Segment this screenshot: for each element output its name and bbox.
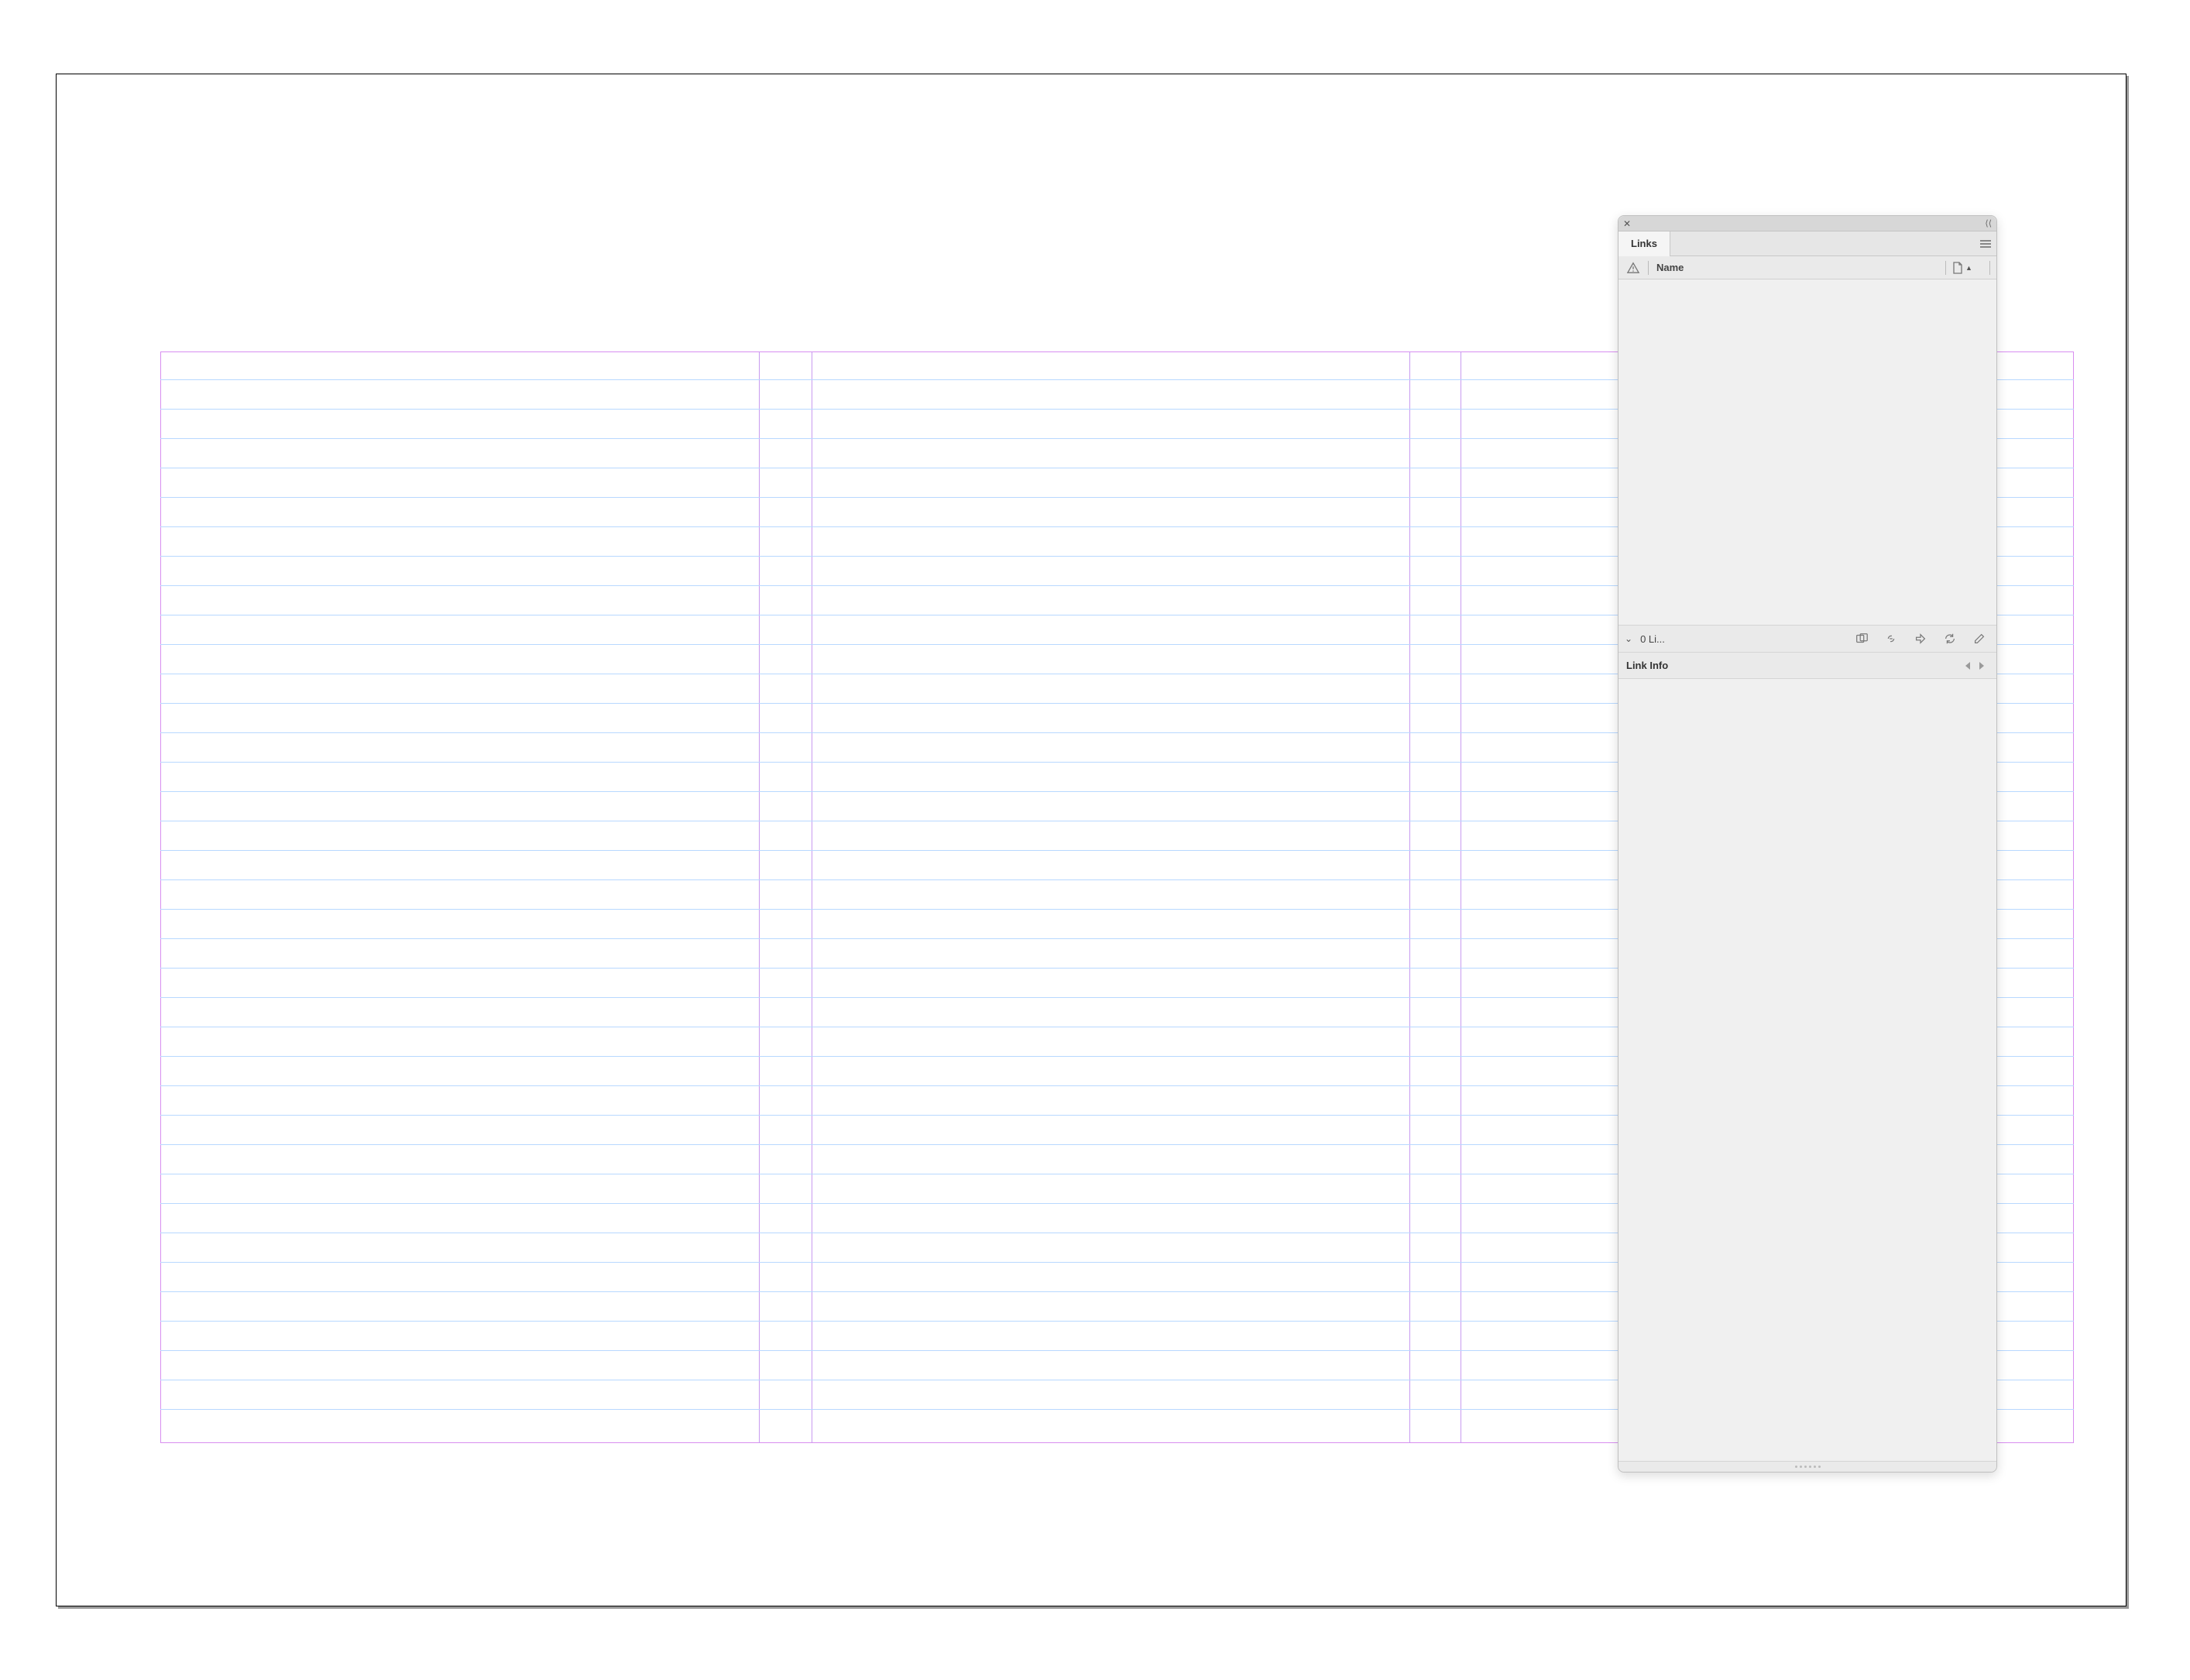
column-divider[interactable] xyxy=(1989,261,1990,275)
chevron-down-icon[interactable]: ⌄ xyxy=(1625,633,1632,644)
selected-count: 0 Li... xyxy=(1640,633,1665,645)
column-name-label: Name xyxy=(1656,262,1684,273)
relink-button[interactable] xyxy=(1880,628,1902,650)
update-link-button[interactable] xyxy=(1939,628,1961,650)
link-info-header[interactable]: Link Info xyxy=(1618,653,1996,679)
goto-link-button[interactable] xyxy=(1910,628,1931,650)
collapse-icon[interactable]: ⟨⟨ xyxy=(1985,218,1992,228)
panel-flyout-menu-icon[interactable] xyxy=(1975,231,1996,256)
column-divider[interactable] xyxy=(1945,261,1946,275)
sort-ascending-icon: ▲ xyxy=(1965,264,1972,272)
column-name[interactable]: Name xyxy=(1655,262,1939,273)
column-status-icon[interactable] xyxy=(1625,262,1642,274)
links-status-row: ⌄ 0 Li... xyxy=(1618,625,1996,653)
link-info-body xyxy=(1618,679,1996,1461)
relink-cc-button[interactable] xyxy=(1851,628,1872,650)
panel-resize-grip[interactable] xyxy=(1618,1461,1996,1472)
link-info-label: Link Info xyxy=(1626,660,1668,671)
column-page[interactable]: ▲ xyxy=(1952,262,1983,274)
links-panel[interactable]: ✕ ⟨⟨ Links Name ▲ xyxy=(1618,215,1997,1473)
edit-original-button[interactable] xyxy=(1969,628,1990,650)
column-divider[interactable] xyxy=(1648,261,1649,275)
tab-links[interactable]: Links xyxy=(1618,231,1670,256)
links-columns-header[interactable]: Name ▲ xyxy=(1618,256,1996,279)
links-list[interactable] xyxy=(1618,279,1996,625)
page-icon xyxy=(1952,262,1963,274)
close-icon[interactable]: ✕ xyxy=(1623,219,1631,228)
panel-titlebar[interactable]: ✕ ⟨⟨ xyxy=(1618,216,1996,231)
tab-label: Links xyxy=(1631,238,1657,249)
prev-link-icon[interactable] xyxy=(1961,659,1975,673)
panel-tabs: Links xyxy=(1618,231,1996,256)
next-link-icon[interactable] xyxy=(1975,659,1989,673)
